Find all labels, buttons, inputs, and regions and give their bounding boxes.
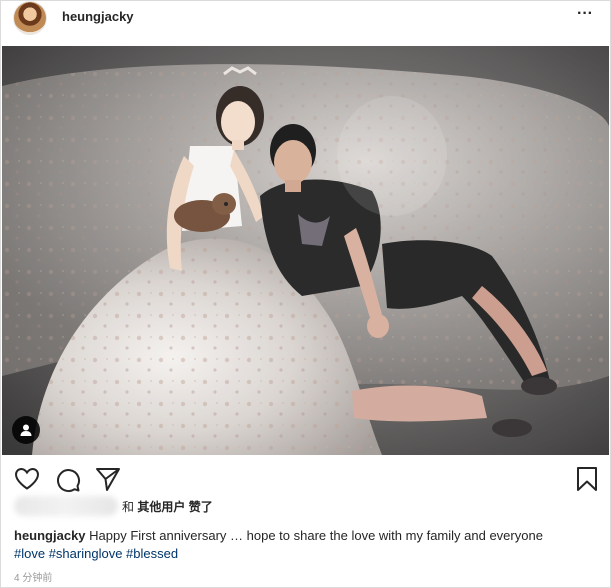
avatar[interactable] — [14, 2, 46, 34]
bookmark-icon — [577, 467, 597, 491]
save-button[interactable] — [576, 466, 598, 497]
hashtag-blessed[interactable]: #blessed — [126, 546, 178, 561]
post-timestamp: 4 分钟前 — [14, 573, 53, 584]
caption-username[interactable]: heungjacky — [14, 528, 86, 543]
share-button[interactable] — [95, 466, 121, 497]
like-button[interactable] — [14, 467, 40, 496]
hashtags: #love #sharinglove #blessed — [14, 546, 178, 561]
send-icon — [96, 468, 120, 491]
likes-suffix: 赞了 — [188, 500, 213, 514]
post-header: heungjacky ··· — [0, 0, 611, 44]
caption-text: Happy First anniversary … hope to share … — [89, 528, 543, 543]
likes-row: 和 其他用户 赞了 — [14, 496, 574, 516]
hashtag-sharinglove[interactable]: #sharinglove — [49, 546, 123, 561]
comment-button[interactable] — [55, 467, 81, 498]
more-options-icon[interactable]: ··· — [577, 6, 593, 22]
wedding-photo-image — [2, 46, 609, 455]
post-photo[interactable] — [2, 46, 609, 455]
hashtag-love[interactable]: #love — [14, 546, 45, 561]
tagged-user-icon[interactable] — [12, 416, 40, 444]
likes-prefix: 和 — [122, 500, 135, 514]
likes-others-link[interactable]: 其他用户 — [137, 500, 185, 514]
post-username[interactable]: heungjacky — [62, 9, 134, 24]
likes-text: 和 其他用户 赞了 — [122, 498, 213, 515]
caption: heungjacky Happy First anniversary … hop… — [14, 528, 543, 543]
comment-icon — [57, 469, 80, 493]
liked-by-avatars — [14, 496, 118, 516]
heart-icon — [14, 467, 40, 490]
